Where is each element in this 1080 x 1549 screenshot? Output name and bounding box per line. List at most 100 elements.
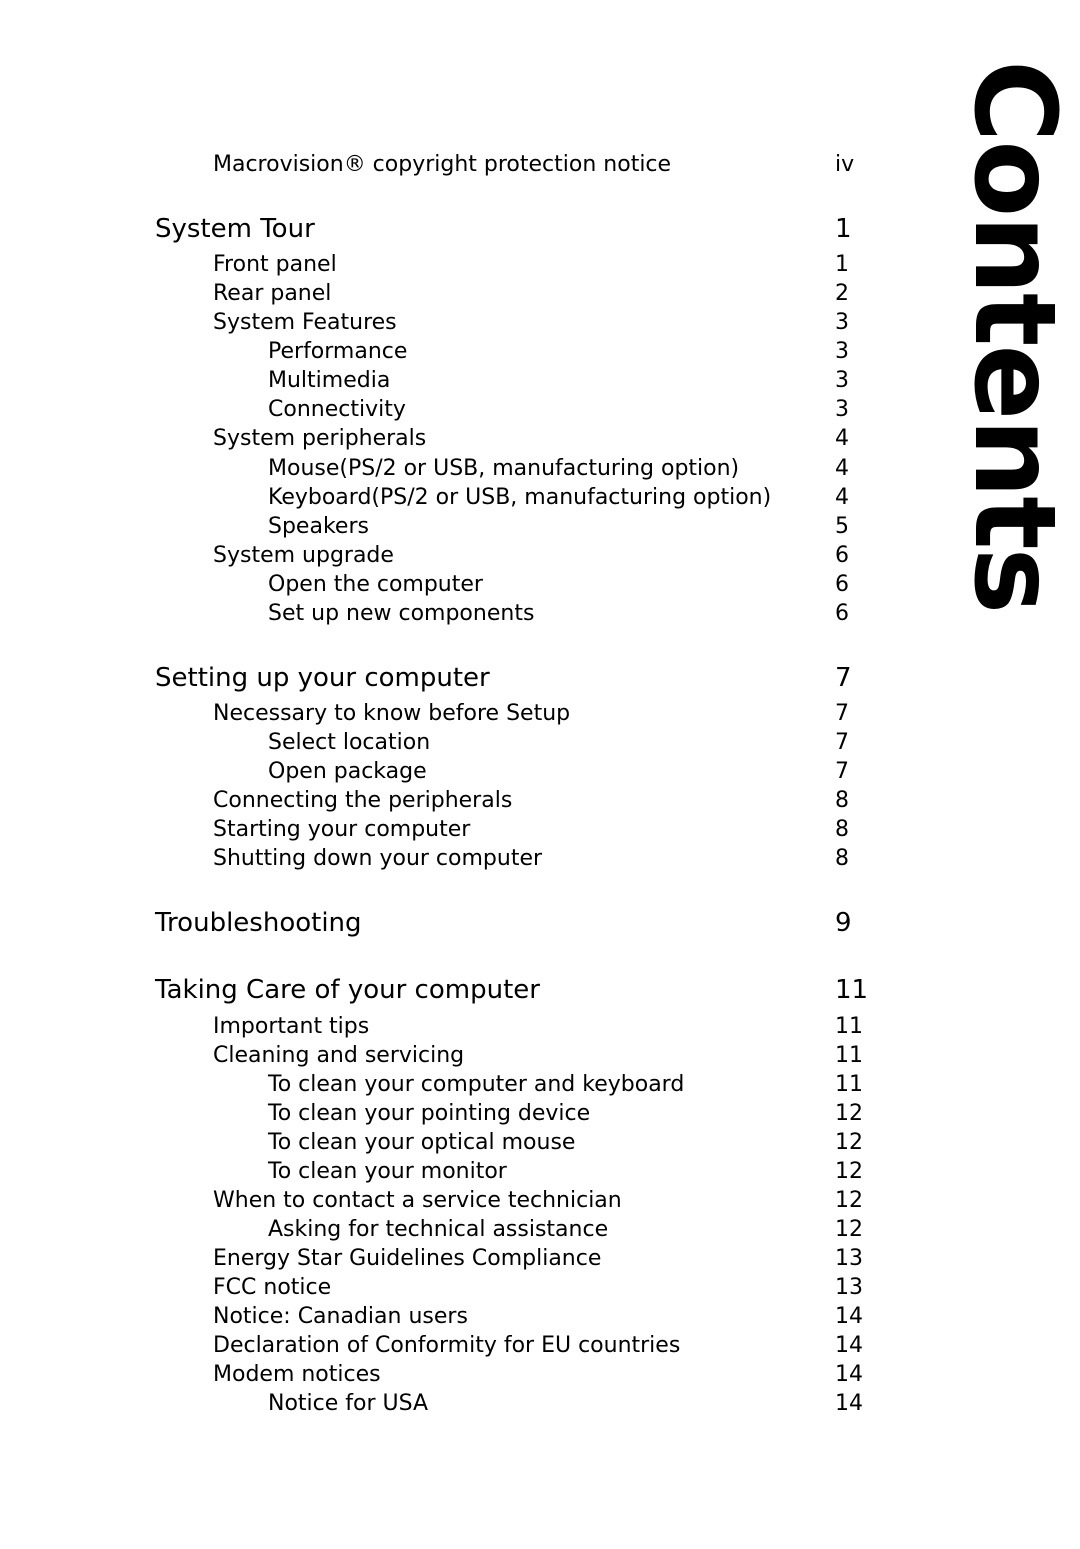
toc-entry-row[interactable]: Energy Star Guidelines Compliance 13 bbox=[155, 1244, 863, 1273]
toc-entry-row[interactable]: System peripherals 4 bbox=[155, 424, 849, 453]
toc-page-number: 8 bbox=[835, 788, 849, 814]
toc-page-number: iv bbox=[835, 152, 855, 177]
toc-page-number: 12 bbox=[835, 1158, 863, 1184]
toc-entry-row[interactable]: Cleaning and servicing 11 bbox=[155, 1041, 863, 1070]
toc-page-number: 3 bbox=[835, 339, 849, 365]
toc-entry-row[interactable]: Rear panel 2 bbox=[155, 279, 849, 308]
toc-entry-label: To clean your optical mouse bbox=[268, 1129, 576, 1155]
toc-entry-label: System Tour bbox=[155, 214, 315, 245]
toc-page-number: 2 bbox=[835, 281, 849, 307]
toc-entry-label: Notice: Canadian users bbox=[213, 1304, 468, 1329]
toc-page-number: 12 bbox=[835, 1100, 863, 1126]
toc-entry-label: Cleaning and servicing bbox=[213, 1042, 465, 1068]
toc-entry-row[interactable]: Open the computer 6 bbox=[155, 570, 849, 599]
toc-page-number: 6 bbox=[835, 542, 849, 568]
toc-entry-label: FCC notice bbox=[213, 1274, 332, 1300]
toc-page-number: 11 bbox=[835, 1071, 863, 1097]
toc-entry-label: Select location bbox=[268, 730, 431, 755]
toc-chapter-row[interactable]: Taking Care of your computer 11 bbox=[155, 974, 868, 1007]
toc-entry-label: Asking for technical assistance bbox=[268, 1216, 609, 1242]
toc-entry-row[interactable]: Important tips 11 bbox=[155, 1012, 863, 1041]
toc-page-number: 9 bbox=[835, 908, 852, 939]
toc-chapter-row[interactable]: Troubleshooting 9 bbox=[155, 907, 852, 940]
toc-entry-label: Declaration of Conformity for EU countri… bbox=[213, 1333, 681, 1359]
toc-entry-label: Troubleshooting bbox=[155, 908, 362, 939]
toc-page-number: 4 bbox=[835, 426, 849, 452]
toc-entry-label: To clean your computer and keyboard bbox=[268, 1071, 685, 1097]
toc-page-number: 3 bbox=[835, 397, 849, 423]
toc-page-number: 8 bbox=[835, 817, 849, 843]
toc-page-number: 7 bbox=[835, 730, 849, 755]
toc-page-number: 12 bbox=[835, 1129, 863, 1155]
toc-entry-row[interactable]: Macrovision® copyright protection notice… bbox=[155, 150, 854, 179]
toc-chapter-row[interactable]: Setting up your computer 7 bbox=[155, 662, 852, 695]
toc-entry-row[interactable]: FCC notice 13 bbox=[155, 1273, 863, 1302]
toc-page-number: 4 bbox=[835, 455, 849, 481]
toc-entry-row[interactable]: Starting your computer 8 bbox=[155, 815, 849, 844]
toc-entry-label: Performance bbox=[268, 339, 408, 365]
toc-page-number: 14 bbox=[835, 1362, 863, 1388]
toc-entry-row[interactable]: Asking for technical assistance 12 bbox=[155, 1215, 863, 1244]
toc-entry-row[interactable]: Modem notices 14 bbox=[155, 1360, 863, 1389]
toc-entry-label: Modem notices bbox=[213, 1362, 381, 1388]
toc-page-number: 12 bbox=[835, 1216, 863, 1242]
toc-page-number: 7 bbox=[835, 700, 849, 726]
toc-entry-label: Speakers bbox=[268, 513, 369, 539]
toc-entry-label: Front panel bbox=[213, 252, 337, 278]
toc-entry-row[interactable]: To clean your pointing device 12 bbox=[155, 1099, 863, 1128]
toc-page-number: 6 bbox=[835, 571, 849, 597]
toc-entry-row[interactable]: Connecting the peripherals 8 bbox=[155, 786, 849, 815]
toc-entry-row[interactable]: Multimedia 3 bbox=[155, 366, 849, 395]
toc-entry-label: Necessary to know before Setup bbox=[213, 700, 571, 726]
toc-entry-label: Taking Care of your computer bbox=[155, 975, 540, 1006]
toc-entry-label: Open the computer bbox=[268, 571, 483, 597]
toc-page-number: 4 bbox=[835, 484, 849, 510]
toc-entry-row[interactable]: Mouse(PS/2 or USB, manufacturing option)… bbox=[155, 454, 849, 483]
toc-entry-row[interactable]: Shutting down your computer 8 bbox=[155, 844, 849, 873]
toc-entry-label: Set up new components bbox=[268, 600, 535, 626]
toc-entry-row[interactable]: Keyboard(PS/2 or USB, manufacturing opti… bbox=[155, 483, 849, 512]
toc-entry-row[interactable]: Select location 7 bbox=[155, 728, 849, 757]
toc-entry-label: Important tips bbox=[213, 1013, 370, 1039]
toc-entry-label: System upgrade bbox=[213, 542, 394, 568]
toc-entry-row[interactable]: Notice for USA 14 bbox=[155, 1389, 863, 1418]
toc-entry-label: Shutting down your computer bbox=[213, 846, 543, 872]
toc-entry-row[interactable]: To clean your optical mouse 12 bbox=[155, 1128, 863, 1157]
toc-page-number: 7 bbox=[835, 662, 852, 693]
toc-page-number: 14 bbox=[835, 1391, 863, 1417]
toc-entry-row[interactable]: Declaration of Conformity for EU countri… bbox=[155, 1331, 863, 1360]
toc-entry-label: Rear panel bbox=[213, 281, 332, 307]
toc-entry-row[interactable]: Performance 3 bbox=[155, 337, 849, 366]
toc-page-number: 11 bbox=[835, 975, 869, 1006]
toc-entry-row[interactable]: Notice: Canadian users 14 bbox=[155, 1302, 863, 1331]
page-title-vertical: Contents bbox=[949, 60, 1079, 613]
toc-entry-row[interactable]: System upgrade 6 bbox=[155, 541, 849, 570]
toc-page-number: 14 bbox=[835, 1304, 863, 1329]
toc-entry-row[interactable]: Connectivity 3 bbox=[155, 395, 849, 424]
toc-entry-row[interactable]: Speakers 5 bbox=[155, 512, 849, 541]
toc-page-number: 6 bbox=[835, 600, 849, 626]
toc-entry-row[interactable]: When to contact a service technician 12 bbox=[155, 1186, 863, 1215]
toc-page-number: 13 bbox=[835, 1245, 863, 1271]
toc-page-number: 1 bbox=[835, 252, 849, 278]
toc-entry-row[interactable]: Necessary to know before Setup 7 bbox=[155, 699, 849, 728]
toc-entry-row[interactable]: Set up new components 6 bbox=[155, 599, 849, 628]
toc-entry-label: When to contact a service technician bbox=[213, 1187, 622, 1213]
toc-entry-label: Multimedia bbox=[268, 368, 391, 394]
toc-entry-row[interactable]: System Features 3 bbox=[155, 308, 849, 337]
toc-page-number: 1 bbox=[835, 214, 852, 245]
toc-page-number: 13 bbox=[835, 1274, 863, 1300]
toc-entry-row[interactable]: To clean your monitor 12 bbox=[155, 1157, 863, 1186]
toc-page-number: 11 bbox=[835, 1042, 863, 1068]
toc-entry-label: To clean your pointing device bbox=[268, 1100, 591, 1126]
toc-page-number: 14 bbox=[835, 1333, 863, 1359]
toc-entry-row[interactable]: Open package 7 bbox=[155, 757, 849, 786]
toc-entry-label: Keyboard(PS/2 or USB, manufacturing opti… bbox=[268, 484, 772, 510]
toc-entry-label: Connecting the peripherals bbox=[213, 788, 513, 814]
toc-chapter-row[interactable]: System Tour 1 bbox=[155, 213, 852, 246]
table-of-contents: Macrovision® copyright protection notice… bbox=[155, 150, 868, 1418]
toc-entry-row[interactable]: Front panel 1 bbox=[155, 250, 849, 279]
toc-page-number: 7 bbox=[835, 759, 849, 785]
toc-page-number: 3 bbox=[835, 368, 849, 394]
toc-entry-row[interactable]: To clean your computer and keyboard 11 bbox=[155, 1070, 863, 1099]
